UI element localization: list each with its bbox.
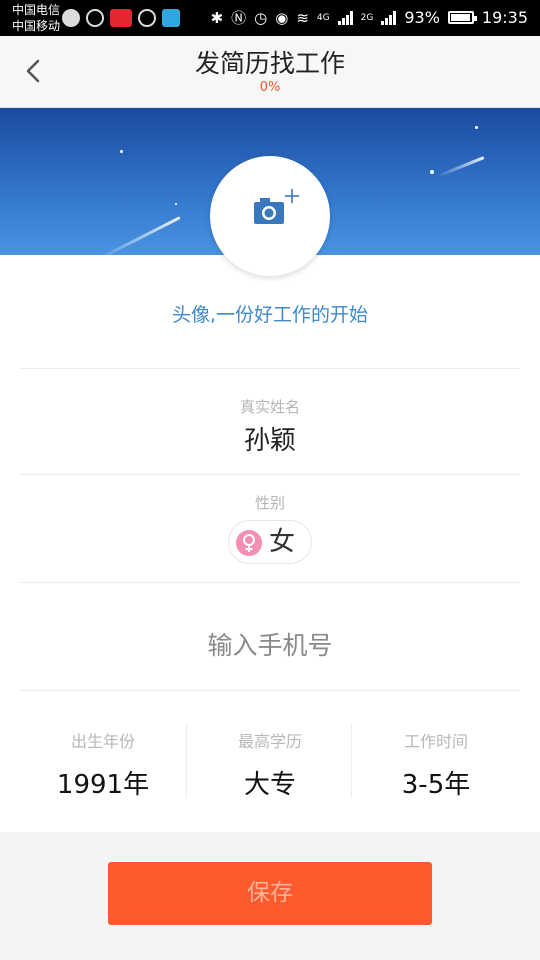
female-icon: [236, 530, 262, 556]
signal-icon: [337, 10, 353, 25]
bluetooth-icon: ✱: [210, 8, 224, 27]
page-title: 发简历找工作: [194, 49, 345, 78]
wifi-icon: ≋: [296, 8, 309, 27]
education-value: 大专: [243, 770, 296, 800]
alarm-icon: ◷: [254, 8, 268, 27]
birth-year-picker[interactable]: 出生年份 1991年: [20, 720, 186, 800]
education-label: 最高学历: [237, 732, 302, 751]
system-icons: ✱ Ⓝ ◷ ◉ ≋ 4G 2G 93% 19:35: [211, 7, 528, 28]
status-bar: 中国电信 中国移动 ✱ Ⓝ ◷ ◉ ≋ 4G 2G 93% 19:35: [0, 0, 540, 36]
work-experience-value: 3-5年: [401, 770, 471, 800]
education-picker[interactable]: 最高学历 大专: [187, 720, 353, 800]
divider: [20, 368, 520, 369]
carrier-text: 中国电信 中国移动: [12, 2, 60, 34]
app-icon: [110, 9, 132, 27]
carrier-1: 中国电信: [12, 3, 61, 17]
net-1-label: 4G: [316, 12, 330, 23]
store-icon: [162, 9, 180, 27]
signal-icon-2: [381, 10, 397, 25]
name-label: 真实姓名: [239, 398, 300, 416]
gender-selector[interactable]: 女: [228, 520, 312, 564]
headset-icon: [86, 9, 104, 27]
battery-fill: [450, 14, 470, 21]
sync-icon: [138, 9, 156, 27]
eye-icon: ◉: [275, 8, 289, 27]
net-2-label: 2G: [360, 12, 374, 23]
battery-icon: [447, 11, 477, 24]
gender-value: 女: [269, 527, 296, 557]
phone-input[interactable]: 输入手机号: [0, 626, 540, 662]
star: [120, 150, 123, 153]
avatar-caption: 头像,一份好工作的开始: [171, 304, 369, 326]
divider: [20, 474, 520, 475]
work-experience-picker[interactable]: 工作时间 3-5年: [353, 720, 519, 800]
detail-columns: 出生年份 1991年 最高学历 大专 工作时间 3-5年: [20, 720, 520, 800]
star: [475, 126, 478, 129]
divider: [20, 582, 520, 583]
nfc-icon: Ⓝ: [231, 9, 247, 27]
battery-percent: 93%: [404, 8, 440, 27]
birth-year-value: 1991年: [56, 770, 150, 800]
divider: [20, 690, 520, 691]
work-experience-label: 工作时间: [403, 732, 468, 751]
gender-label: 性别: [254, 494, 285, 512]
app-header: 发简历找工作 0%: [0, 36, 540, 108]
meteor: [437, 156, 485, 178]
completion-progress: 0%: [259, 80, 281, 95]
star: [430, 170, 434, 174]
clock: 19:35: [481, 8, 528, 27]
avatar-upload-button[interactable]: [210, 156, 330, 276]
birth-year-label: 出生年份: [70, 732, 135, 751]
meteor: [93, 216, 181, 255]
notification-icons: [62, 9, 180, 27]
nav-icon: [62, 9, 80, 27]
save-button[interactable]: 保存: [108, 862, 432, 925]
column-separator: [351, 724, 352, 798]
carrier-2: 中国移动: [12, 19, 61, 33]
star: [175, 203, 177, 205]
camera-add-icon: [254, 189, 299, 224]
name-value[interactable]: 孙颖: [0, 420, 540, 457]
